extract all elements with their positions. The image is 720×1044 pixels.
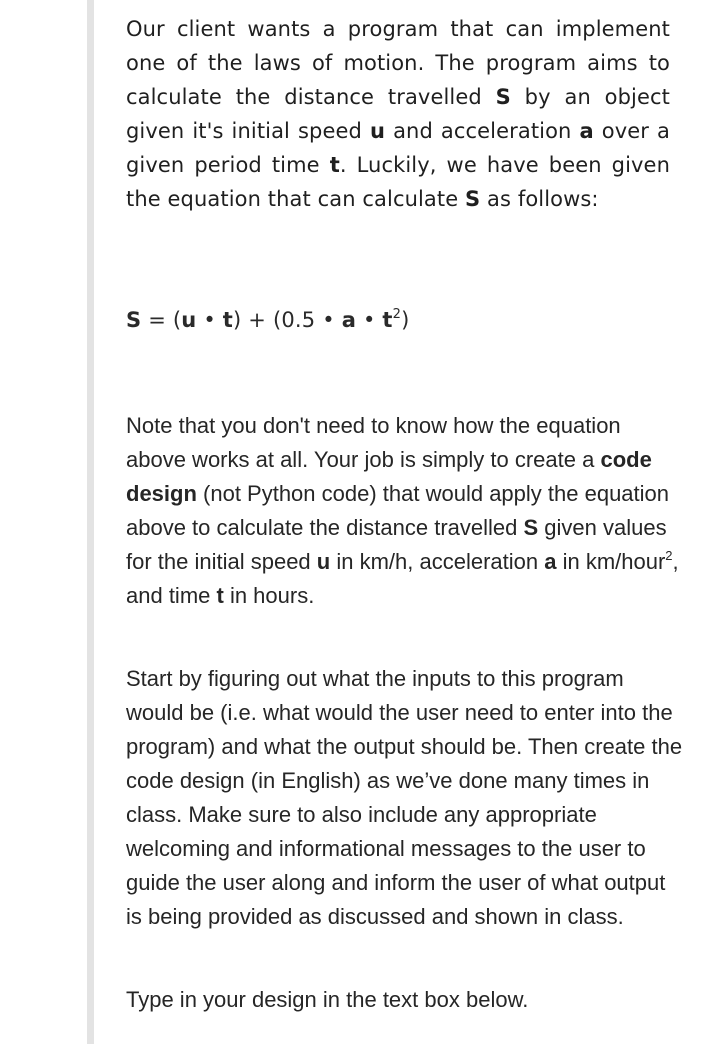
question-page: Our client wants a program that can impl…	[0, 0, 720, 1044]
var-u: u	[369, 119, 386, 143]
var-t: t	[329, 153, 340, 177]
textbox-instruction: Type in your design in the text box belo…	[126, 987, 529, 1012]
intro-paragraph: Our client wants a program that can impl…	[126, 17, 671, 211]
instructions-paragraph: Start by figuring out what the inputs to…	[126, 666, 683, 929]
var-s: S	[465, 187, 481, 211]
left-border-rule	[87, 0, 94, 1044]
var-a: a	[579, 119, 594, 143]
motion-equation: S = (u • t) + (0.5 • a • t2)	[126, 307, 410, 332]
note-paragraph: Note that you don't need to know how the…	[126, 413, 679, 608]
var-s: S	[495, 85, 511, 109]
question-content: Our client wants a program that can impl…	[126, 12, 682, 1012]
